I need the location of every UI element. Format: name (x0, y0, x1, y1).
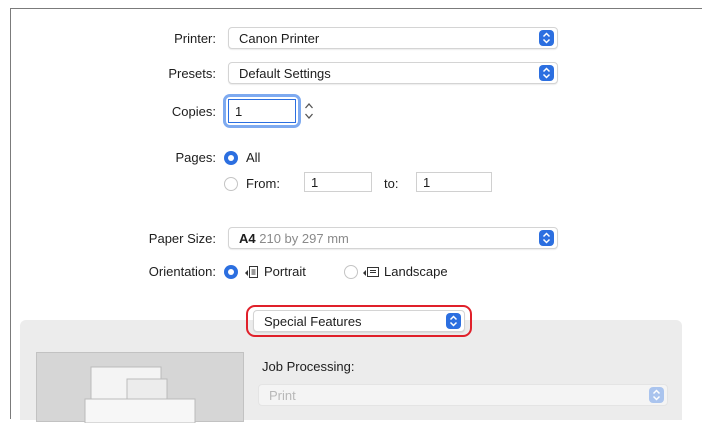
copies-stepper[interactable] (303, 100, 315, 122)
printer-popup[interactable]: Canon Printer (228, 27, 558, 49)
printer-preview-icon (84, 366, 196, 424)
orientation-landscape-radio[interactable] (344, 265, 358, 279)
job-processing-label: Job Processing: (262, 359, 355, 374)
job-processing-value: Print (269, 388, 296, 403)
printer-label: Printer: (174, 31, 216, 46)
portrait-icon (244, 264, 260, 280)
popup-arrows-icon (539, 65, 554, 81)
presets-label: Presets: (168, 66, 216, 81)
copies-label: Copies: (171, 104, 216, 119)
paper-size-popup[interactable]: A4 210 by 297 mm (228, 227, 558, 249)
pages-to-field[interactable] (416, 172, 492, 192)
paper-size-value: A4 210 by 297 mm (239, 231, 349, 246)
section-popup-value: Special Features (264, 314, 362, 329)
section-popup[interactable]: Special Features (253, 310, 465, 332)
printer-value: Canon Printer (239, 31, 320, 46)
job-processing-popup[interactable]: Print (258, 384, 668, 406)
paper-size-label: Paper Size: (148, 231, 216, 246)
pages-all-radio[interactable] (224, 151, 238, 165)
orientation-portrait-label: Portrait (264, 264, 306, 279)
preview-area (36, 352, 244, 424)
paper-size-name: A4 (239, 231, 256, 246)
pages-to-input[interactable] (417, 173, 491, 191)
pages-label: Pages: (175, 150, 216, 165)
popup-arrows-icon (649, 387, 664, 403)
popup-arrows-icon (539, 30, 554, 46)
pages-from-input[interactable] (305, 173, 371, 191)
popup-arrows-icon (539, 230, 554, 246)
paper-size-detail: 210 by 297 mm (259, 231, 349, 246)
pages-all-label: All (246, 150, 261, 165)
pages-from-label: From: (246, 176, 280, 191)
pages-from-radio[interactable] (224, 177, 238, 191)
stepper-icon (305, 103, 313, 119)
orientation-portrait-radio[interactable] (224, 265, 238, 279)
copies-field[interactable] (228, 99, 296, 123)
presets-popup[interactable]: Default Settings (228, 62, 558, 84)
copies-input[interactable] (229, 100, 295, 122)
orientation-label: Orientation: (148, 264, 216, 279)
pages-from-field[interactable] (304, 172, 372, 192)
landscape-icon (362, 264, 380, 280)
presets-value: Default Settings (239, 66, 331, 81)
orientation-landscape-label: Landscape (384, 264, 448, 279)
popup-arrows-icon (446, 313, 461, 329)
pages-to-label: to: (384, 176, 399, 191)
